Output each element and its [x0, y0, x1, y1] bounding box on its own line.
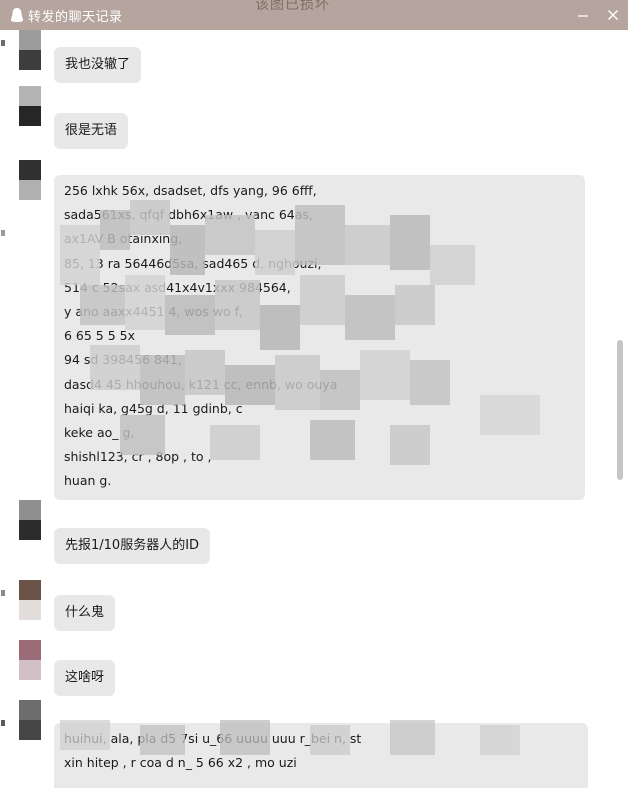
close-button[interactable] [603, 5, 623, 25]
id-list-line: huan g. [64, 473, 112, 489]
message-bubble: 先报1/10服务器人的ID [54, 528, 211, 564]
id-list-line: 85, 13 ra 56446d5sa, sad465 d, nghouzi, [64, 255, 322, 271]
scroll-thumb[interactable] [617, 340, 623, 480]
left-edge-strip [0, 30, 8, 788]
id-list-line: shishl123, cr , 8op , to , [64, 449, 212, 465]
id-list-bubble: huihui, ala, pla d5 7si u_66 uuuu uuu r_… [54, 723, 588, 788]
id-list-line: xin hitep , r coa d n_ 5 66 x2 , mo uzi [64, 755, 297, 771]
avatar[interactable] [19, 160, 41, 200]
faded-header-text: 该图已损坏 [255, 0, 330, 13]
id-list-bubble: 256 lxhk 56x, dsadset, dfs yang, 96 6fff… [54, 175, 585, 500]
title-bar: 转发的聊天记录 该图已损坏 [0, 0, 628, 30]
id-list-line: ax1AV B otainxing, [64, 231, 183, 247]
app-icon [11, 8, 23, 22]
id-list-line: huihui, ala, pla d5 7si u_66 uuuu uuu r_… [64, 731, 362, 746]
message-bubble: 很是无语 [54, 113, 129, 149]
avatar[interactable] [19, 86, 41, 126]
avatar[interactable] [19, 700, 41, 740]
close-icon [608, 10, 618, 20]
avatar[interactable] [19, 580, 41, 620]
message-bubble: 我也没辙了 [54, 47, 142, 83]
avatar[interactable] [19, 500, 41, 540]
avatar[interactable] [19, 30, 41, 70]
message-bubble: 什么鬼 [54, 595, 116, 631]
id-list-line: 514 c 52sax asd41x4v1xxx 984564, [64, 279, 291, 295]
id-list-line: dasd4 45 hhouhou, k121 cc, ennb, wo ouya [64, 376, 338, 392]
id-list-line: 256 lxhk 56x, dsadset, dfs yang, 96 6fff… [64, 183, 317, 198]
id-list-line: haiqi ka, g45g d, 11 gdinb, c [64, 400, 243, 416]
chat-history-panel[interactable]: 我也没辙了 很是无语 256 lxhk 56x, dsadset, dfs ya… [0, 30, 628, 788]
avatar[interactable] [19, 640, 41, 680]
id-list-line: y ano aaxx4451 4, wos wo f, [64, 304, 243, 320]
message-bubble: 这啥呀 [54, 660, 116, 696]
minimize-button[interactable] [573, 5, 593, 25]
id-list-line: 6 65 5 5 5x [64, 328, 136, 344]
id-list-line: sada561xs, qfqf dbh6x1aw , vanc 64as, [64, 207, 313, 223]
id-list-line: keke ao_ g, [64, 425, 135, 441]
minimize-icon [578, 15, 588, 17]
window-title: 转发的聊天记录 [28, 10, 123, 25]
id-list-line: 94 sd 398456 841, [64, 352, 182, 368]
